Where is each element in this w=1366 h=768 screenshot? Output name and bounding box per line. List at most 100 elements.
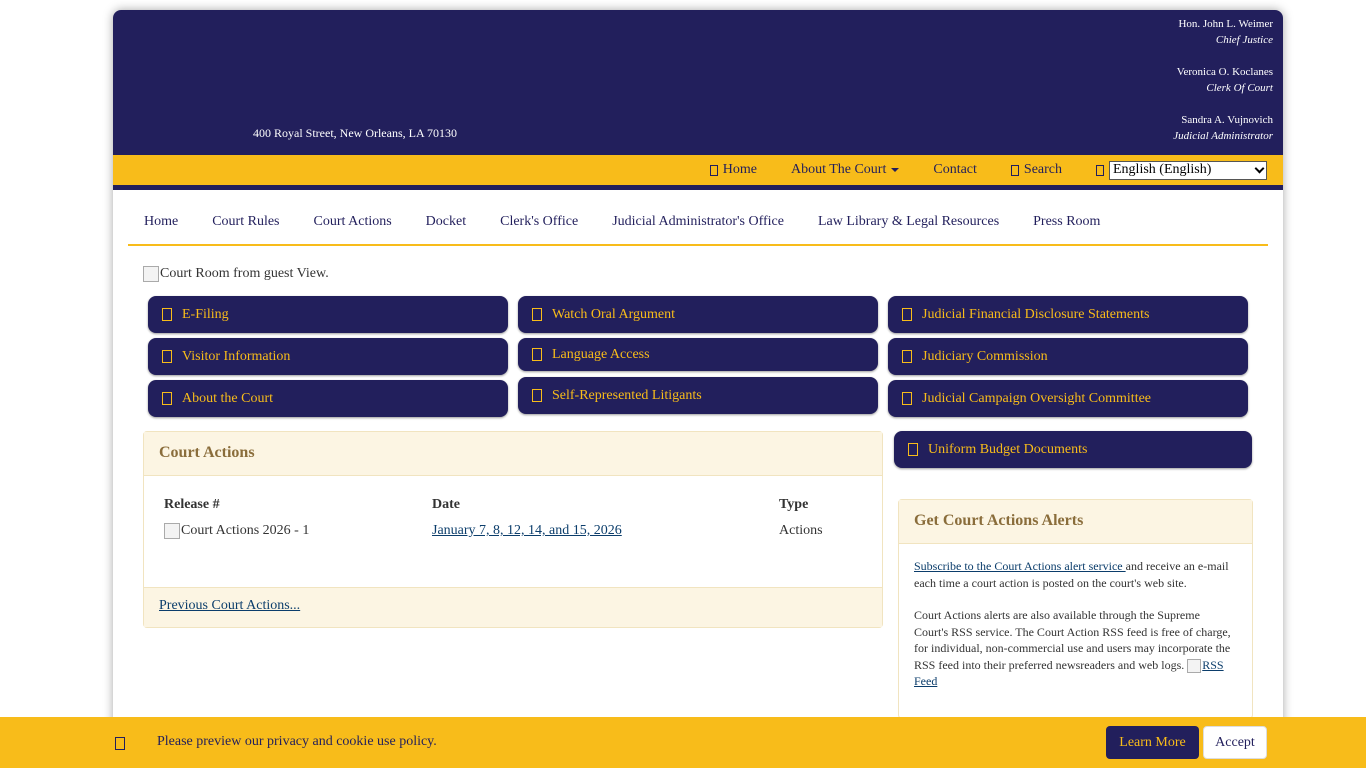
language-select[interactable]: English (English) bbox=[1109, 160, 1267, 180]
info-icon bbox=[162, 350, 172, 363]
judiciary-commission-label: Judiciary Commission bbox=[922, 348, 1048, 364]
mainnav-law-library[interactable]: Law Library & Legal Resources bbox=[818, 214, 999, 230]
home-icon bbox=[709, 164, 718, 176]
broken-image-icon bbox=[143, 266, 159, 282]
release-number: 2026 - 1 bbox=[262, 523, 310, 539]
table-header-row: Release # Date Type bbox=[164, 494, 864, 516]
cookie-banner: Please preview our privacy and cookie us… bbox=[0, 717, 1366, 768]
header-divider bbox=[113, 185, 1283, 190]
about-court-button[interactable]: About the Court bbox=[148, 380, 508, 417]
mainnav-press-room[interactable]: Press Room bbox=[1033, 214, 1100, 230]
oral-argument-button[interactable]: Watch Oral Argument bbox=[518, 296, 878, 333]
alerts-title: Get Court Actions Alerts bbox=[899, 500, 1252, 544]
release-cell: Court Actions 2026 - 1 bbox=[164, 516, 432, 546]
alerts-rss-paragraph: Court Actions alerts are also available … bbox=[914, 607, 1237, 690]
disclosure-label: Judicial Financial Disclosure Statements bbox=[922, 306, 1150, 322]
page-container: 400 Royal Street, New Orleans, LA 70130 … bbox=[113, 10, 1283, 768]
official-name: Veronica O. Koclanes bbox=[1176, 66, 1273, 78]
efiling-icon bbox=[162, 308, 172, 321]
self-represented-button[interactable]: Self-Represented Litigants bbox=[518, 377, 878, 414]
mainnav-court-rules[interactable]: Court Rules bbox=[212, 214, 279, 230]
official-name: Sandra A. Vujnovich bbox=[1181, 114, 1273, 126]
banner-alt-text: Court Room from guest View. bbox=[160, 266, 329, 281]
official-role: Judicial Administrator bbox=[1173, 130, 1273, 142]
mainnav-home[interactable]: Home bbox=[144, 214, 178, 230]
chevron-down-icon bbox=[1254, 163, 1265, 173]
topnav-home[interactable]: Home bbox=[709, 162, 757, 178]
type-cell: Actions bbox=[779, 523, 823, 538]
official-role: Clerk Of Court bbox=[1206, 82, 1273, 94]
document-icon bbox=[902, 308, 912, 321]
visitor-info-label: Visitor Information bbox=[182, 348, 291, 364]
mainnav-court-actions[interactable]: Court Actions bbox=[314, 214, 392, 230]
language-icon bbox=[532, 348, 542, 361]
topnav-home-label: Home bbox=[722, 162, 757, 177]
column-header-type: Type bbox=[779, 497, 809, 512]
official-name: Hon. John L. Weimer bbox=[1178, 18, 1273, 30]
release-image-alt: Court Actions bbox=[181, 523, 260, 539]
topnav-search-label: Search bbox=[1023, 162, 1062, 177]
budget-icon bbox=[908, 443, 918, 456]
efiling-label: E-Filing bbox=[182, 306, 229, 322]
topnav-contact-label: Contact bbox=[933, 162, 977, 177]
accept-button[interactable]: Accept bbox=[1203, 726, 1267, 759]
language-select-value: English (English) bbox=[1113, 162, 1212, 177]
topnav-about-label: About The Court bbox=[790, 162, 887, 177]
about-court-label: About the Court bbox=[182, 390, 273, 406]
language-picker: English (English) bbox=[1096, 160, 1267, 180]
masthead: 400 Royal Street, New Orleans, LA 70130 … bbox=[113, 10, 1283, 155]
broken-image-icon bbox=[1187, 658, 1202, 673]
previous-court-actions-link[interactable]: Previous Court Actions... bbox=[159, 598, 300, 613]
main-nav: Home Court Rules Court Actions Docket Cl… bbox=[128, 200, 1268, 246]
learn-more-button[interactable]: Learn More bbox=[1106, 726, 1199, 759]
column-header-release: Release # bbox=[164, 497, 220, 512]
broken-image-icon bbox=[164, 522, 180, 539]
efiling-button[interactable]: E-Filing bbox=[148, 296, 508, 333]
visitor-info-button[interactable]: Visitor Information bbox=[148, 338, 508, 375]
budget-button[interactable]: Uniform Budget Documents bbox=[894, 431, 1252, 468]
building-icon bbox=[162, 392, 172, 405]
cookie-icon bbox=[115, 737, 125, 750]
video-icon bbox=[532, 308, 542, 321]
subscribe-link[interactable]: Subscribe to the Court Actions alert ser… bbox=[914, 559, 1126, 573]
globe-icon bbox=[1096, 164, 1104, 176]
court-actions-title: Court Actions bbox=[144, 432, 882, 476]
topnav-contact[interactable]: Contact bbox=[933, 162, 977, 178]
oral-argument-label: Watch Oral Argument bbox=[552, 306, 676, 322]
alerts-body: Subscribe to the Court Actions alert ser… bbox=[899, 544, 1252, 720]
official-role: Chief Justice bbox=[1215, 34, 1273, 46]
caret-down-icon bbox=[891, 168, 900, 172]
court-action-date-link[interactable]: January 7, 8, 12, 14, and 15, 2026 bbox=[432, 523, 622, 538]
budget-label: Uniform Budget Documents bbox=[928, 441, 1088, 457]
campaign-oversight-button[interactable]: Judicial Campaign Oversight Committee bbox=[888, 380, 1248, 417]
court-actions-panel: Court Actions Release # Date Type Court … bbox=[143, 431, 883, 628]
table-row: Court Actions 2026 - 1 January 7, 8, 12,… bbox=[164, 516, 864, 546]
top-utility-bar: Home About The Court Contact Search Engl… bbox=[113, 155, 1283, 185]
eye-icon bbox=[902, 392, 912, 405]
banner-image: Court Room from guest View. bbox=[143, 266, 329, 282]
gavel-icon bbox=[902, 350, 912, 363]
topnav-about-dropdown[interactable]: About The Court bbox=[790, 162, 900, 178]
court-actions-footer: Previous Court Actions... bbox=[144, 587, 882, 627]
alerts-subscribe-paragraph: Subscribe to the Court Actions alert ser… bbox=[914, 558, 1237, 591]
alerts-panel: Get Court Actions Alerts Subscribe to th… bbox=[898, 499, 1253, 719]
officials-list: Hon. John L. Weimer Chief Justice Veroni… bbox=[1173, 16, 1273, 160]
court-actions-table: Release # Date Type Court Actions 2026 -… bbox=[164, 494, 864, 546]
user-icon bbox=[532, 389, 542, 402]
language-access-label: Language Access bbox=[552, 346, 650, 362]
column-header-date: Date bbox=[432, 497, 460, 512]
mainnav-judicial-administrator[interactable]: Judicial Administrator's Office bbox=[612, 214, 784, 230]
cookie-text: Please preview our privacy and cookie us… bbox=[157, 734, 437, 749]
disclosure-button[interactable]: Judicial Financial Disclosure Statements bbox=[888, 296, 1248, 333]
campaign-oversight-label: Judicial Campaign Oversight Committee bbox=[922, 390, 1152, 406]
judiciary-commission-button[interactable]: Judiciary Commission bbox=[888, 338, 1248, 375]
mainnav-docket[interactable]: Docket bbox=[426, 214, 466, 230]
self-represented-label: Self-Represented Litigants bbox=[552, 387, 702, 403]
court-address: 400 Royal Street, New Orleans, LA 70130 bbox=[253, 126, 457, 140]
topnav-search[interactable]: Search bbox=[1010, 162, 1062, 178]
date-cell: January 7, 8, 12, 14, and 15, 2026 bbox=[432, 516, 779, 546]
language-access-button[interactable]: Language Access bbox=[518, 338, 878, 371]
utility-nav: Home About The Court Contact Search Engl… bbox=[709, 155, 1283, 185]
rss-text: Court Actions alerts are also available … bbox=[914, 608, 1231, 672]
mainnav-clerks-office[interactable]: Clerk's Office bbox=[500, 214, 578, 230]
